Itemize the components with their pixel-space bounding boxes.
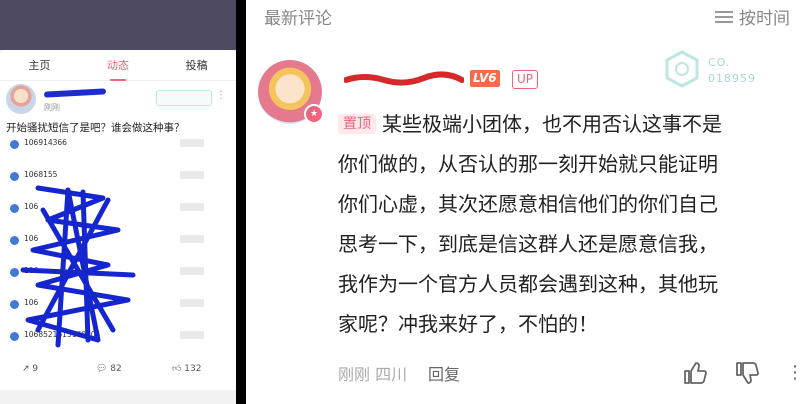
sms-tag [180, 267, 204, 275]
sms-number: 106914366 [24, 138, 67, 147]
like-button[interactable]: 👍︎ 132 [172, 364, 201, 374]
sort-icon [715, 10, 733, 24]
comment-line: 置顶 某些极端小团体，也不用否认这事不是 [338, 104, 794, 144]
fan-badge-line2: 018959 [708, 72, 756, 85]
comment-location: 四川 [375, 365, 408, 384]
sms-tag [180, 139, 204, 147]
sms-tag [180, 203, 204, 211]
fan-badge-icon [665, 50, 699, 88]
sms-avatar-icon [10, 140, 19, 149]
tab-submissions[interactable]: 投稿 [157, 57, 236, 73]
thumbs-up-icon[interactable] [682, 360, 708, 386]
comment-count: 82 [110, 364, 122, 374]
more-options-icon[interactable]: ⋮ [786, 362, 800, 383]
fan-badge: CO. 018959 [660, 50, 790, 90]
repost-count: 9 [32, 364, 39, 374]
sms-number: 1068155 [24, 170, 58, 179]
fan-badge-line1: CO. [708, 56, 731, 69]
next-post-strip [0, 390, 236, 404]
avatar[interactable] [6, 84, 36, 114]
reply-button[interactable]: 回复 [428, 361, 460, 385]
profile-header-bar [0, 0, 236, 50]
redaction-scribble [20, 185, 136, 348]
comment-button[interactable]: 💬︎ 82 [96, 364, 122, 374]
repost-button[interactable]: ↗ 9 [22, 364, 38, 374]
tab-home[interactable]: 主页 [0, 57, 79, 73]
redacted-username-scribble [43, 88, 107, 98]
verified-icon: ★ [304, 104, 324, 124]
level-badge: LV6 [470, 70, 500, 87]
comment-line: 你们心虚，其次还愿意相信他们的你们自己 [338, 192, 718, 216]
comment-line: 家呢？冲我来好了，不怕的！ [338, 312, 598, 336]
comment-time: 刚刚 [338, 365, 371, 384]
list-item: 106914366 [10, 138, 220, 152]
more-options-icon[interactable]: ⋮ [216, 90, 226, 101]
post-time: 刚刚 [44, 103, 60, 112]
comment-line-text: 某些极端小团体，也不用否认这事不是 [382, 112, 722, 136]
tab-dynamics[interactable]: 动态 [79, 57, 158, 81]
post-actions: ↗ 9 💬︎ 82 👍︎ 132 [0, 360, 236, 384]
sort-button[interactable]: 按时间 [715, 4, 790, 29]
sms-tag [180, 235, 204, 243]
like-count: 132 [184, 364, 202, 374]
thumbs-down-icon[interactable] [734, 360, 760, 386]
sms-tag [180, 171, 204, 179]
right-screenshot-panel: 最新评论 按时间 ★ LV6 UP CO. 018959 置顶 某些极端小团体，也… [246, 0, 800, 404]
comment-line: 你们做的，从否认的那一刻开始就只能证明 [338, 152, 718, 176]
fan-badge [156, 90, 212, 106]
pinned-label: 置顶 [338, 114, 376, 134]
profile-sheet: 主页 动态 投稿 刚刚 ⋮ 开始骚扰短信了是吧？谁会做这种事？ 10691436… [0, 50, 236, 404]
redacted-username-scribble [344, 71, 464, 86]
post-header: 刚刚 ⋮ [6, 84, 230, 114]
section-title: 最新评论 [264, 9, 332, 29]
left-screenshot-panel: 主页 动态 投稿 刚刚 ⋮ 开始骚扰短信了是吧？谁会做这种事？ 10691436… [0, 0, 236, 404]
comment-line: 思考一下，到底是信这群人还是愿意信我， [338, 232, 718, 256]
sort-label: 按时间 [739, 9, 790, 29]
up-badge: UP [512, 70, 539, 89]
sms-tag [180, 299, 204, 307]
post-text: 开始骚扰短信了是吧？谁会做这种事？ [6, 122, 185, 134]
comment-line: 我作为一个官方人员都会遇到这种，其他玩 [338, 272, 718, 296]
sms-tag [180, 331, 204, 339]
comment-meta: 刚刚 四川 [338, 361, 407, 385]
comment-text: 置顶 某些极端小团体，也不用否认这事不是 你们做的，从否认的那一刻开始就只能证明 … [338, 104, 794, 344]
profile-tabs: 主页 动态 投稿 [0, 50, 236, 81]
